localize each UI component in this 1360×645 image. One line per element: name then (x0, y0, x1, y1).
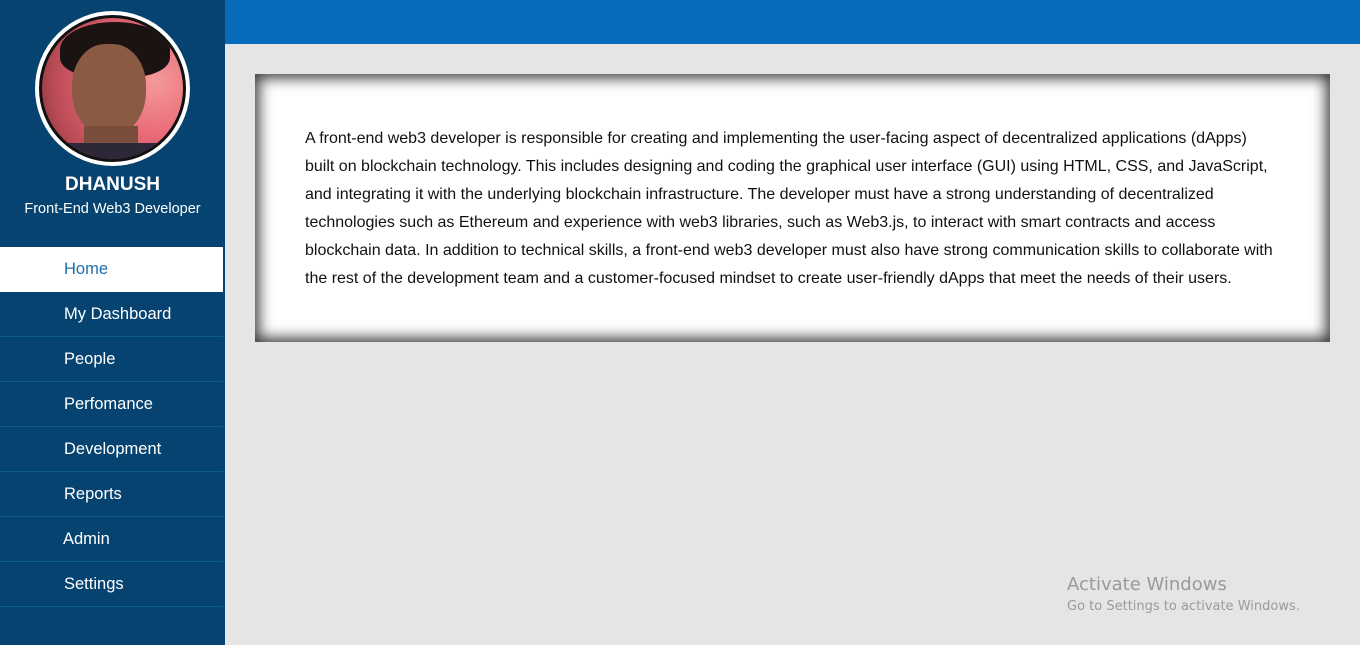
description-card: A front-end web3 developer is responsibl… (255, 74, 1330, 342)
sidebar: DHANUSH Front-End Web3 Developer Home My… (0, 0, 225, 645)
profile-name: DHANUSH (65, 174, 160, 195)
watermark-subtitle: Go to Settings to activate Windows. (1067, 599, 1300, 614)
description-text: A front-end web3 developer is responsibl… (305, 130, 1273, 287)
sidebar-item-perfomance[interactable]: Perfomance (0, 382, 223, 427)
sidebar-nav: Home My Dashboard People Perfomance Deve… (0, 247, 223, 607)
avatar-photo (42, 18, 183, 159)
sidebar-item-my-dashboard[interactable]: My Dashboard (0, 292, 223, 337)
avatar[interactable] (35, 11, 190, 166)
sidebar-item-development[interactable]: Development (0, 427, 223, 472)
sidebar-item-people[interactable]: People (0, 337, 223, 382)
top-bar (225, 0, 1360, 44)
profile-role: Front-End Web3 Developer (24, 201, 201, 217)
watermark-title: Activate Windows (1067, 574, 1227, 595)
sidebar-item-admin[interactable]: Admin (0, 517, 223, 562)
sidebar-item-settings[interactable]: Settings (0, 562, 223, 607)
sidebar-item-reports[interactable]: Reports (0, 472, 223, 517)
sidebar-item-home[interactable]: Home (0, 247, 223, 292)
activate-windows-watermark: Activate Windows Go to Settings to activ… (1067, 574, 1300, 614)
